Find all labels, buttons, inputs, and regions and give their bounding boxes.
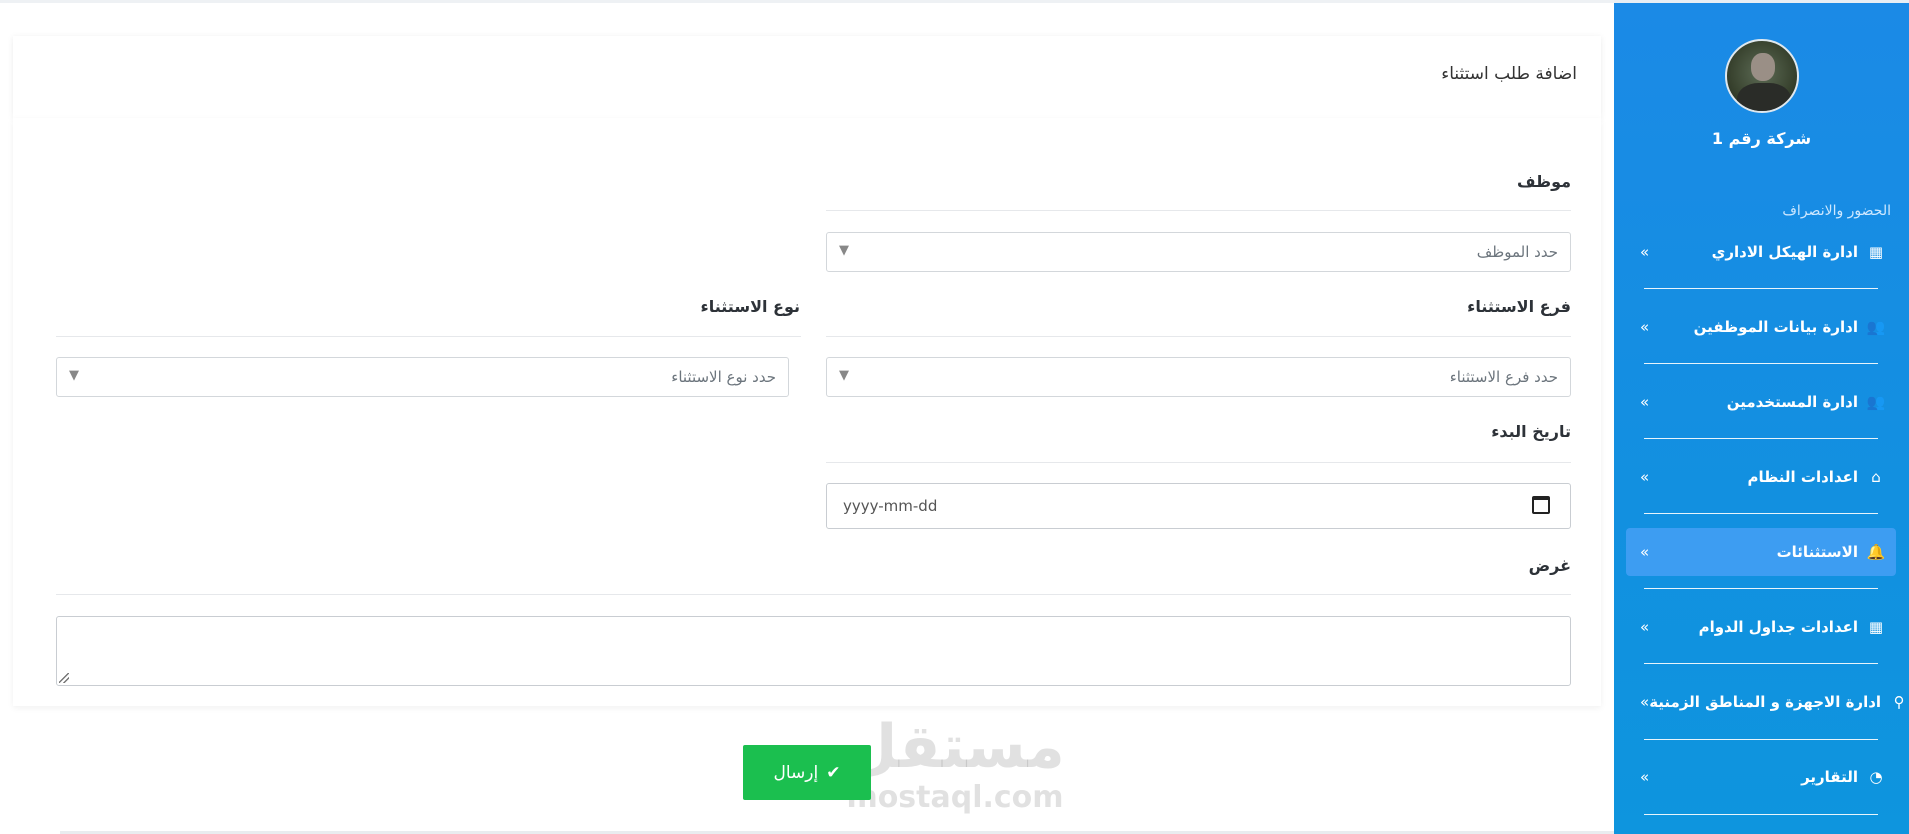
sidebar-section-label: الحضور والانصراف bbox=[1782, 203, 1891, 219]
home-icon: ⌂ bbox=[1871, 468, 1881, 486]
employee-placeholder: حدد الموظف bbox=[1476, 243, 1558, 261]
sidebar-item-label: ادارة بيانات الموظفين bbox=[1693, 318, 1858, 336]
sidebar-divider bbox=[1644, 663, 1878, 664]
sidebar-divider bbox=[1644, 438, 1878, 439]
type-label: نوع الاستثناء bbox=[700, 297, 800, 316]
chevron-double-left-icon: « bbox=[1640, 318, 1650, 336]
type-placeholder: حدد نوع الاستثناء bbox=[671, 368, 776, 386]
start-date-input[interactable]: yyyy-mm-dd bbox=[826, 483, 1571, 529]
field-divider bbox=[826, 336, 1571, 337]
branch-placeholder: حدد فرع الاستثناء bbox=[1449, 368, 1558, 386]
watermark-latin: mostaql.com bbox=[846, 780, 1064, 815]
calendar-icon: ▦ bbox=[1868, 618, 1884, 636]
branch-label: فرع الاستثناء bbox=[1467, 297, 1571, 316]
sidebar-divider bbox=[1644, 363, 1878, 364]
sidebar-item-devices-timezones[interactable]: « ادارة الاجهزة و المناطق الزمنية ⚲ bbox=[1626, 678, 1905, 726]
employee-label: موظف bbox=[1516, 172, 1571, 191]
field-divider bbox=[826, 210, 1571, 211]
submit-label: إرسال bbox=[773, 762, 819, 783]
start-date-value: yyyy-mm-dd bbox=[843, 497, 938, 515]
sidebar-item-label: ادارة الهيكل الاداري bbox=[1711, 243, 1858, 261]
exception-form: موظف حدد الموظف ▼ فرع الاستثناء حدد فرع … bbox=[13, 118, 1601, 706]
sidebar-item-label: ادارة المستخدمين bbox=[1726, 393, 1858, 411]
watermark-arabic: مستقل bbox=[845, 712, 1065, 782]
field-divider bbox=[56, 594, 1571, 595]
dropdown-arrow-icon: ▼ bbox=[839, 243, 849, 258]
sidebar: شركة رقم 1 الحضور والانصراف « ادارة الهي… bbox=[1614, 0, 1909, 834]
company-name: شركة رقم 1 bbox=[1711, 129, 1812, 148]
dropdown-arrow-icon: ▼ bbox=[69, 368, 79, 383]
sidebar-item-label: التقارير bbox=[1801, 768, 1858, 786]
field-divider bbox=[56, 336, 801, 337]
sidebar-item-exceptions[interactable]: « الاستثنائات 🔔 bbox=[1626, 528, 1896, 576]
sidebar-item-label: اعدادات جداول الدوام bbox=[1698, 618, 1858, 636]
bar-chart-icon: ▦ bbox=[1868, 243, 1884, 261]
top-bar-shadow bbox=[0, 0, 1614, 3]
sidebar-divider bbox=[1644, 814, 1878, 815]
avatar[interactable] bbox=[1725, 39, 1799, 113]
sidebar-item-label: ادارة الاجهزة و المناطق الزمنية bbox=[1649, 693, 1882, 711]
chevron-double-left-icon: « bbox=[1640, 393, 1650, 411]
sidebar-item-reports[interactable]: « التقارير ◔ bbox=[1626, 753, 1896, 801]
sidebar-item-label: الاستثنائات bbox=[1776, 543, 1858, 561]
sidebar-item-users[interactable]: « ادارة المستخدمين 👥 bbox=[1626, 378, 1896, 426]
calendar-picker-icon[interactable] bbox=[1532, 496, 1550, 514]
sidebar-item-org-structure[interactable]: « ادارة الهيكل الاداري ▦ bbox=[1626, 228, 1896, 276]
purpose-textarea[interactable] bbox=[56, 616, 1571, 686]
chevron-double-left-icon: « bbox=[1640, 243, 1650, 261]
type-select[interactable]: حدد نوع الاستثناء ▼ bbox=[56, 357, 789, 397]
check-icon: ✔ bbox=[826, 762, 841, 783]
dropdown-arrow-icon: ▼ bbox=[839, 368, 849, 383]
avatar-body bbox=[1737, 83, 1791, 111]
sidebar-divider bbox=[1644, 739, 1878, 740]
field-divider bbox=[826, 462, 1571, 463]
branch-select[interactable]: حدد فرع الاستثناء ▼ bbox=[826, 357, 1571, 397]
map-marker-icon: ⚲ bbox=[1893, 693, 1905, 711]
sidebar-item-label: اعدادات النظام bbox=[1747, 468, 1858, 486]
purpose-label: غرض bbox=[1528, 556, 1571, 575]
users-icon: 👥 bbox=[1866, 318, 1886, 336]
chevron-double-left-icon: « bbox=[1640, 693, 1650, 711]
submit-button[interactable]: ✔ إرسال bbox=[743, 745, 871, 800]
avatar-head bbox=[1751, 53, 1775, 81]
chevron-double-left-icon: « bbox=[1640, 468, 1650, 486]
sidebar-item-system-settings[interactable]: « اعدادات النظام ⌂ bbox=[1626, 453, 1896, 501]
bell-icon: 🔔 bbox=[1866, 543, 1886, 561]
watermark: مستقل mostaql.com bbox=[845, 712, 1065, 814]
sidebar-item-employees[interactable]: « ادارة بيانات الموظفين 👥 bbox=[1626, 303, 1896, 351]
chevron-double-left-icon: « bbox=[1640, 618, 1650, 636]
sidebar-divider bbox=[1644, 588, 1878, 589]
sidebar-divider bbox=[1644, 513, 1878, 514]
employee-select[interactable]: حدد الموظف ▼ bbox=[826, 232, 1571, 272]
page-title: اضافة طلب استثناء bbox=[1441, 64, 1577, 84]
resize-handle-icon[interactable] bbox=[59, 673, 69, 683]
sidebar-divider bbox=[1644, 288, 1878, 289]
chevron-double-left-icon: « bbox=[1640, 768, 1650, 786]
sidebar-item-work-schedules[interactable]: « اعدادات جداول الدوام ▦ bbox=[1626, 603, 1896, 651]
users-icon: 👥 bbox=[1866, 393, 1886, 411]
page-header-card: اضافة طلب استثناء bbox=[13, 36, 1601, 118]
chevron-double-left-icon: « bbox=[1640, 543, 1650, 561]
dashboard-icon: ◔ bbox=[1869, 768, 1883, 786]
start-date-label: تاريخ البدء bbox=[1491, 422, 1571, 441]
